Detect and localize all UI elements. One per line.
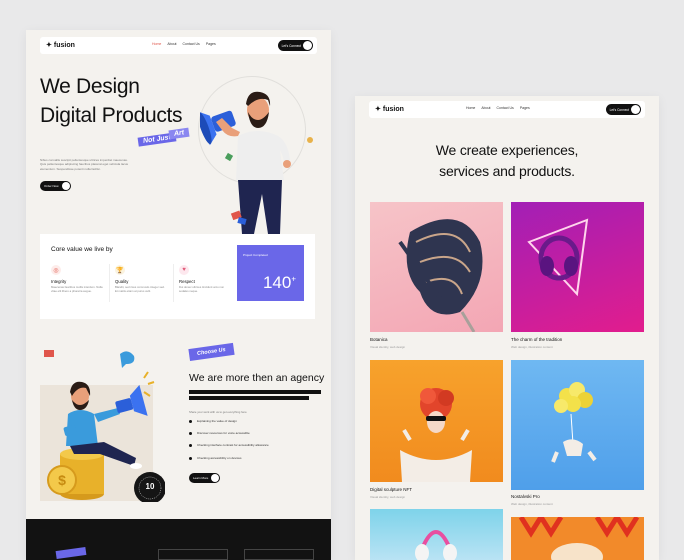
sculpture-artwork (400, 388, 472, 482)
left-navbar: ✦ fusion Home About Contact Us Pages Let'… (40, 37, 317, 54)
tile-subtitle: Web design, illustration content (511, 502, 553, 506)
trophy-icon: 🏆 (115, 265, 125, 275)
nav-contact[interactable]: Contact Us (497, 106, 514, 110)
leaf-artwork (398, 219, 483, 332)
tile-subtitle: Visual identity, web design (370, 345, 406, 349)
bullet-icon (189, 456, 192, 460)
portfolio-tile-partial[interactable] (370, 509, 503, 560)
hero-character-illustration (200, 91, 313, 234)
checklist-item: Explaining the value of design (189, 419, 237, 423)
tile-title[interactable]: Botanica (370, 337, 388, 342)
nav-contact[interactable]: Contact Us (183, 42, 200, 46)
nav-menu: Home About Contact Us Pages (152, 42, 216, 46)
portfolio-title: We create experiences, services and prod… (435, 142, 579, 179)
right-navbar: ✦ fusion Home About Contact Us Pages Let'… (369, 101, 645, 118)
agency-character-illustration: $ (44, 350, 165, 502)
bullet-icon (189, 431, 192, 435)
balloon-artwork (551, 382, 597, 463)
divider (109, 264, 110, 302)
portfolio-tile-partial[interactable] (511, 517, 644, 560)
nav-about[interactable]: About (167, 42, 176, 46)
project-count: 140+ (262, 273, 296, 292)
logo[interactable]: ✦ fusion (375, 105, 404, 114)
value-respect: ♥ Respect Dui donec ultrices tincidunt a… (179, 265, 225, 293)
portfolio-tile-charm-tradition[interactable] (511, 202, 644, 332)
portfolio-tile-digital-sculpture[interactable] (370, 360, 503, 482)
tile-title[interactable]: The charm of the tradition (511, 337, 562, 342)
tile-subtitle: Web design, illustration content (511, 345, 553, 349)
logo-icon: ✦ (46, 42, 52, 49)
order-now-button[interactable]: Order Now (40, 181, 71, 191)
nav-pages[interactable]: Pages (206, 42, 216, 46)
learn-more-button[interactable]: Learn More (189, 473, 221, 483)
agency-title: We are more then an agency (189, 372, 325, 384)
lets-connect-button[interactable]: Let's Connect (605, 104, 641, 115)
project-completed-box: Project Completed 140+ (237, 245, 304, 301)
years-badge-number: 10 (145, 482, 155, 491)
checklist-item: Discover resources for voice accessible (189, 431, 250, 435)
checklist-item: Checking interface contrast for accessib… (189, 443, 269, 447)
nav-home[interactable]: Home (466, 106, 475, 110)
divider (173, 264, 174, 302)
value-quality: 🏆 Quality Blandit, sed risus commodo int… (115, 265, 167, 294)
hero-description: Nibus convallis suscipit pellentesque ul… (40, 158, 129, 171)
accent-shape (55, 546, 87, 560)
tag-art: Art (168, 127, 190, 140)
tile-title[interactable]: Digital sculpture NFT (370, 487, 412, 492)
core-values-title: Core value we live by (51, 246, 113, 253)
portfolio-tile-nostalvski[interactable] (511, 360, 644, 490)
core-values-card: Core value we live by ◎ Integrity Maecen… (40, 234, 315, 319)
nav-home[interactable]: Home (152, 42, 161, 46)
nav-menu: Home About Contact Us Pages (466, 106, 530, 110)
logo[interactable]: ✦ fusion (46, 41, 75, 50)
tile-subtitle: Visual identity, web design (370, 495, 406, 499)
bullet-icon (189, 419, 192, 423)
bullet-icon (189, 443, 192, 447)
choose-us-tag: Choose Us (188, 342, 235, 362)
checklist-item: Checking accessibility on devices (189, 456, 242, 460)
nav-about[interactable]: About (481, 106, 490, 110)
nav-pages[interactable]: Pages (520, 106, 530, 110)
highlighted-text-line (189, 396, 309, 400)
logo-icon: ✦ (375, 106, 381, 113)
hero-title: We Design Digital Products (40, 75, 183, 127)
pattern-artwork (518, 517, 640, 560)
footer-box (158, 549, 228, 560)
footer-box (244, 549, 314, 560)
tile-title[interactable]: Nostalvski Pro (511, 494, 540, 499)
headphones-neon-artwork (527, 218, 589, 297)
right-page-preview: ✦ fusion Home About Contact Us Pages Let'… (355, 96, 659, 560)
left-page-preview: ✦ fusion Home About Contact Us Pages Let'… (26, 30, 331, 560)
portfolio-tile-botanica[interactable] (370, 202, 503, 332)
heart-icon: ♥ (179, 265, 189, 275)
dark-section (26, 519, 331, 560)
headphones-artwork (415, 530, 457, 560)
svg-text:$: $ (58, 472, 66, 488)
target-icon: ◎ (51, 265, 61, 275)
lets-connect-button[interactable]: Let's Connect (277, 40, 313, 51)
agency-subtext: Share your work with us to get everythin… (189, 410, 247, 414)
highlighted-text-line (189, 390, 321, 394)
value-integrity: ◎ Integrity Maecenas faucibus mollis int… (51, 265, 103, 294)
